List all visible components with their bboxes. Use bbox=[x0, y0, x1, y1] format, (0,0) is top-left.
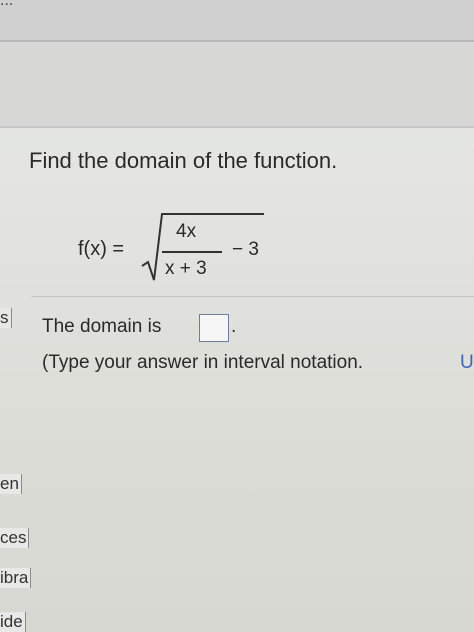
answer-input-box[interactable] bbox=[199, 314, 229, 342]
minus-three: − 3 bbox=[232, 239, 259, 260]
section-divider bbox=[31, 296, 474, 297]
hint-text: (Type your answer in interval notation. bbox=[42, 352, 364, 373]
top-band bbox=[0, 0, 474, 42]
fraction-denominator: x + 3 bbox=[165, 258, 207, 279]
function-label: f(x) = bbox=[78, 238, 125, 260]
left-tab-ibra[interactable]: ibra bbox=[0, 568, 32, 588]
domain-label: The domain is bbox=[42, 316, 162, 337]
left-tab-ide[interactable]: ide bbox=[0, 612, 26, 632]
fraction-bar bbox=[162, 251, 222, 253]
fraction-numerator: 4x bbox=[176, 221, 197, 242]
header-strip bbox=[0, 42, 474, 128]
left-tab-s[interactable]: s bbox=[0, 308, 12, 328]
top-cut-text: ... bbox=[0, 0, 474, 9]
question-panel bbox=[0, 128, 474, 632]
question-text: Find the domain of the function. bbox=[29, 148, 338, 173]
answer-period: . bbox=[231, 316, 237, 337]
hint-cut-link[interactable]: U bbox=[460, 352, 474, 374]
left-tab-ces[interactable]: ces bbox=[0, 528, 30, 548]
left-tab-en[interactable]: en bbox=[0, 474, 22, 494]
left-side-tabs: s en ces ibra ide bbox=[0, 128, 34, 632]
